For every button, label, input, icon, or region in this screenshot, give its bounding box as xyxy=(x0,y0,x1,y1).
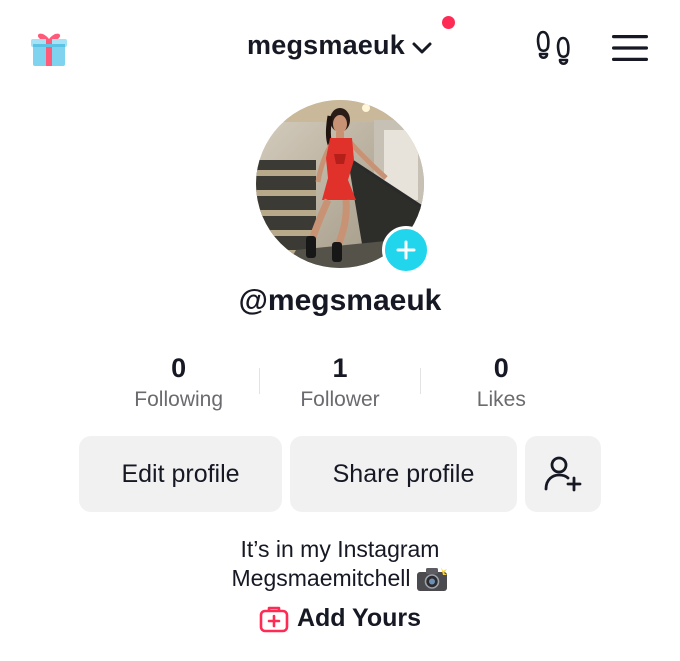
stat-followers[interactable]: 1 Follower xyxy=(259,352,420,416)
edit-profile-button[interactable]: Edit profile xyxy=(79,436,282,512)
camera-flash-icon xyxy=(417,566,448,591)
notification-dot xyxy=(441,16,455,29)
profile-handle: @megsmaeuk xyxy=(238,284,442,317)
profile-stats: 0 Following 1 Follower 0 Likes xyxy=(98,352,582,416)
stat-label: Likes xyxy=(476,388,526,411)
stat-likes[interactable]: 0 Likes xyxy=(421,352,582,416)
bio: It’s in my Instagram Megsmaemitchell xyxy=(0,535,680,593)
username-label: megsmaeuk xyxy=(247,30,405,60)
stat-value: 0 xyxy=(171,353,187,383)
stat-divider xyxy=(420,368,421,394)
add-yours-link[interactable]: Add Yours xyxy=(0,604,680,640)
stat-label: Follower xyxy=(300,388,380,411)
footprint-icon[interactable] xyxy=(534,28,574,68)
add-user-icon xyxy=(544,456,582,492)
add-yours-icon xyxy=(259,606,289,632)
bio-line-2: Megsmaemitchell xyxy=(231,565,411,591)
hamburger-menu-icon[interactable] xyxy=(610,32,650,64)
stat-divider xyxy=(259,368,260,394)
plus-icon xyxy=(396,240,416,260)
stat-value: 1 xyxy=(332,353,348,383)
add-yours-label: Add Yours xyxy=(296,604,422,632)
stat-following[interactable]: 0 Following xyxy=(98,352,259,416)
add-avatar-button[interactable] xyxy=(382,226,430,274)
stat-value: 0 xyxy=(493,353,509,383)
profile-screen: megsmaeuk @megsmaeuk 0 Following 1 Follo… xyxy=(0,0,680,661)
stat-label: Following xyxy=(134,388,224,411)
share-profile-button[interactable]: Share profile xyxy=(290,436,517,512)
chevron-down-icon xyxy=(412,42,432,53)
bio-line-1: It’s in my Instagram xyxy=(240,536,440,562)
username-switcher[interactable]: megsmaeuk xyxy=(0,16,680,70)
add-friend-button[interactable] xyxy=(525,436,601,512)
